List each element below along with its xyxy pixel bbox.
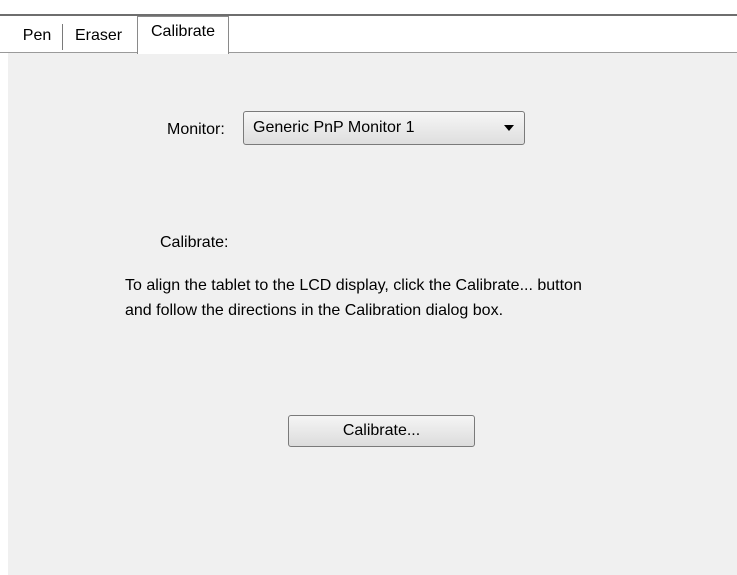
chevron-down-icon bbox=[504, 125, 514, 131]
tab-strip: Pen Eraser Calibrate bbox=[0, 16, 737, 54]
monitor-dropdown[interactable]: Generic PnP Monitor 1 bbox=[243, 111, 525, 145]
tab-calibrate[interactable]: Calibrate bbox=[137, 16, 229, 54]
calibrate-instructions: To align the tablet to the LCD display, … bbox=[125, 273, 665, 323]
monitor-dropdown-value: Generic PnP Monitor 1 bbox=[253, 119, 415, 136]
instructions-line-1: To align the tablet to the LCD display, … bbox=[125, 277, 582, 294]
calibrate-section-label: Calibrate: bbox=[160, 234, 229, 251]
calibrate-button[interactable]: Calibrate... bbox=[288, 415, 475, 447]
tab-pen[interactable]: Pen bbox=[12, 22, 62, 50]
tab-eraser[interactable]: Eraser bbox=[63, 22, 134, 50]
monitor-label: Monitor: bbox=[167, 121, 225, 138]
instructions-line-2: and follow the directions in the Calibra… bbox=[125, 302, 504, 319]
